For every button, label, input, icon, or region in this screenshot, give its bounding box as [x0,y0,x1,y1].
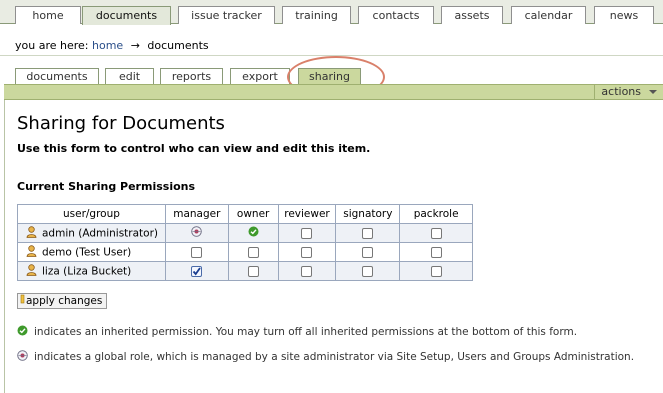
column-header-signatory: signatory [335,204,401,224]
column-header-packrole: packrole [399,204,473,224]
user-name: liza (Liza Bucket) [42,265,132,277]
permission-cell [227,261,279,281]
apply-changes-label: apply changes [26,295,103,307]
permission-cell [164,242,229,262]
permission-checkbox[interactable] [362,246,374,258]
chevron-down-icon [649,90,657,94]
permission-cell [335,223,401,243]
permission-checkbox[interactable] [301,246,313,258]
permission-cell [335,261,401,281]
breadcrumb-home-link[interactable]: home [92,39,123,52]
permission-cell [277,242,337,262]
permission-checkbox[interactable] [430,246,442,258]
user-name: demo (Test User) [42,246,132,258]
user-icon [26,244,37,260]
column-header-user-group: user/group [17,204,166,224]
permission-cell [277,223,337,243]
permission-cell [335,242,401,262]
top-tab-issue-tracker[interactable]: issue tracker [178,6,275,24]
permission-checkbox[interactable] [430,227,442,239]
permissions-table: user/group manager owner reviewer signat… [17,204,473,281]
permission-checkbox[interactable] [301,227,313,239]
legend-inherited: indicates an inherited permission. You m… [17,325,577,339]
user-icon [26,225,37,241]
permission-cell [399,242,473,262]
content-toolbar: actions [4,84,663,100]
permission-cell [227,242,279,262]
legend-inherited-text: indicates an inherited permission. You m… [34,326,578,338]
section-heading: Current Sharing Permissions [17,180,196,193]
permission-checkbox-checked[interactable] [191,265,203,277]
top-tab-assets[interactable]: assets [441,6,503,24]
column-header-reviewer: reviewer [277,204,337,224]
column-header-owner: owner [227,204,279,224]
page-title: Sharing for Documents [17,113,225,134]
top-tab-training[interactable]: training [282,6,351,24]
user-name: admin (Administrator) [42,227,159,239]
apply-changes-button[interactable]: apply changes [17,293,108,309]
table-header-row: user/group manager owner reviewer signat… [17,204,473,224]
legend-global: indicates a global role, which is manage… [17,350,634,364]
permission-checkbox[interactable] [191,246,203,258]
breadcrumb-separator: → [130,39,140,52]
permission-cell [227,223,279,243]
user-icon [26,263,37,279]
top-tab-documents[interactable]: documents [82,6,171,25]
tab-sharing[interactable]: sharing [298,68,361,85]
legend-global-text: indicates a global role, which is manage… [34,351,635,363]
user-cell: demo (Test User) [17,242,166,262]
breadcrumb: you are here: home → documents [0,36,663,56]
breadcrumb-prefix: you are here: [15,39,89,52]
permission-checkbox[interactable] [362,265,374,277]
permission-checkbox[interactable] [430,265,442,277]
column-header-manager: manager [164,204,229,224]
permission-cell [277,261,337,281]
page-description: Use this form to control who can view an… [17,142,371,155]
permission-cell [399,261,473,281]
tab-edit[interactable]: edit [105,68,154,84]
table-row: admin (Administrator) [17,223,473,243]
breadcrumb-current: documents [147,39,209,52]
permission-cell [164,223,229,243]
permission-cell [164,261,229,281]
actions-menu[interactable]: actions [594,85,663,99]
inherited-check-icon [248,226,259,240]
permission-cell [399,223,473,243]
tab-documents[interactable]: documents [15,68,99,84]
user-cell: liza (Liza Bucket) [17,261,166,281]
user-cell: admin (Administrator) [17,223,166,243]
top-tab-calendar[interactable]: calendar [511,6,586,24]
table-row: demo (Test User) [17,242,473,262]
global-role-icon [191,226,203,240]
tab-export[interactable]: export [230,68,290,84]
top-tab-contacts[interactable]: contacts [358,6,434,24]
permission-checkbox[interactable] [301,265,313,277]
global-role-icon [17,350,28,364]
permission-checkbox[interactable] [247,265,259,277]
actions-menu-label: actions [601,85,641,98]
top-navigation: home documents issue tracker training co… [0,0,663,25]
inherited-check-icon [17,325,28,339]
top-tab-home[interactable]: home [15,6,81,24]
top-tab-news[interactable]: news [594,6,654,24]
tab-reports[interactable]: reports [160,68,223,84]
table-row: liza (Liza Bucket) [17,261,473,281]
permission-checkbox[interactable] [362,227,374,239]
permission-checkbox[interactable] [247,246,259,258]
